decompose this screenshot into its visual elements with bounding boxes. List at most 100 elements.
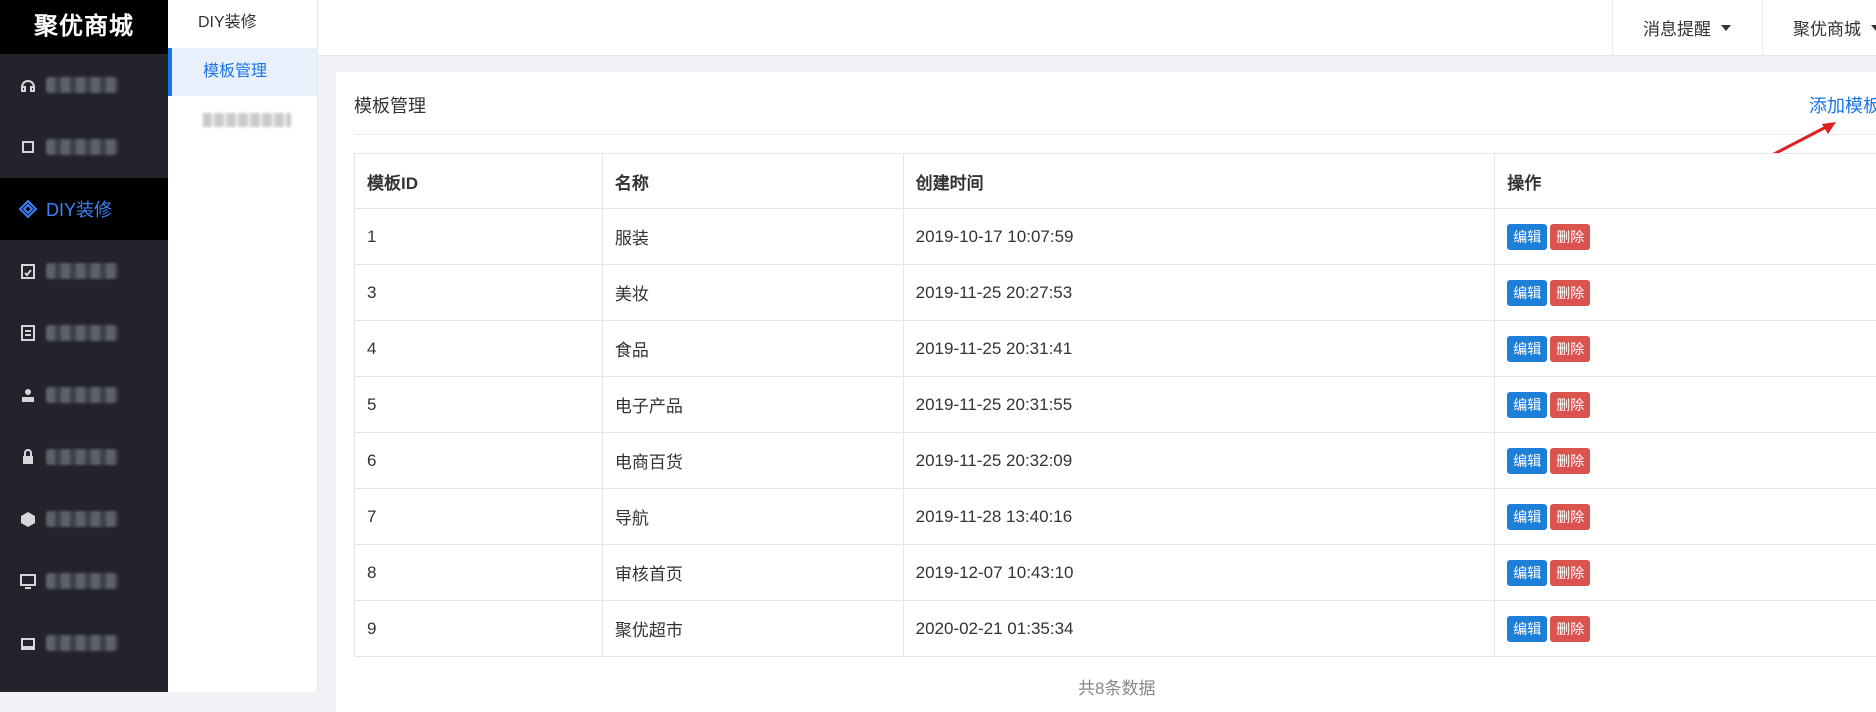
table-row: 1服装2019-10-17 10:07:59编辑删除	[355, 209, 1876, 265]
document-icon	[18, 323, 38, 343]
sidebar-item[interactable]	[0, 426, 168, 488]
blurred-label	[46, 77, 118, 93]
delete-button[interactable]: 删除	[1550, 560, 1590, 586]
cell-id: 4	[355, 321, 603, 377]
blurred-label	[46, 635, 118, 651]
sidebar-item-label: DIY装修	[46, 196, 112, 222]
edit-button[interactable]: 编辑	[1507, 504, 1547, 530]
table-row: 4食品2019-11-25 20:31:41编辑删除	[355, 321, 1876, 377]
lock-icon	[18, 447, 38, 467]
blurred-label	[46, 449, 118, 465]
cell-created: 2019-11-25 20:32:09	[903, 433, 1495, 489]
cell-name: 聚优超市	[602, 601, 903, 657]
brand-logo: 聚优商城	[0, 0, 168, 54]
sidebar-item-diy[interactable]: DIY装修	[0, 178, 168, 240]
cell-name: 审核首页	[602, 545, 903, 601]
delete-button[interactable]: 删除	[1550, 336, 1590, 362]
cell-created: 2019-10-17 10:07:59	[903, 209, 1495, 265]
report-icon	[18, 261, 38, 281]
table-row: 8审核首页2019-12-07 10:43:10编辑删除	[355, 545, 1876, 601]
column-header-id: 模板ID	[355, 154, 603, 209]
blurred-label	[46, 263, 118, 279]
cell-id: 5	[355, 377, 603, 433]
page-title: 模板管理	[354, 92, 426, 118]
blurred-label	[46, 325, 118, 341]
cell-created: 2020-02-21 01:35:34	[903, 601, 1495, 657]
sidebar-item[interactable]	[0, 550, 168, 612]
edit-button[interactable]: 编辑	[1507, 392, 1547, 418]
box-icon	[18, 137, 38, 157]
cell-id: 1	[355, 209, 603, 265]
top-header: 消息提醒 聚优商城	[318, 0, 1876, 56]
add-template-link[interactable]: 添加模板	[1809, 92, 1876, 118]
cell-created: 2019-11-25 20:31:41	[903, 321, 1495, 377]
cell-name: 电商百货	[602, 433, 903, 489]
sub-sidebar-title: DIY装修	[168, 0, 317, 48]
cell-actions: 编辑删除	[1495, 321, 1876, 377]
sidebar-item[interactable]	[0, 240, 168, 302]
blurred-label	[46, 573, 118, 589]
edit-button[interactable]: 编辑	[1507, 224, 1547, 250]
cell-created: 2019-12-07 10:43:10	[903, 545, 1495, 601]
blurred-label	[46, 511, 118, 527]
cell-actions: 编辑删除	[1495, 545, 1876, 601]
cube-icon	[18, 509, 38, 529]
sidebar-item[interactable]	[0, 612, 168, 674]
column-header-created: 创建时间	[903, 154, 1495, 209]
cell-actions: 编辑删除	[1495, 377, 1876, 433]
notifications-menu[interactable]: 消息提醒	[1612, 0, 1769, 55]
edit-button[interactable]: 编辑	[1507, 448, 1547, 474]
column-header-name: 名称	[602, 154, 903, 209]
sidebar-item[interactable]	[0, 116, 168, 178]
account-menu[interactable]: 聚优商城	[1762, 0, 1876, 55]
delete-button[interactable]: 删除	[1550, 224, 1590, 250]
cell-name: 美妆	[602, 265, 903, 321]
sub-item-blurred[interactable]	[168, 96, 317, 144]
sidebar-item[interactable]	[0, 488, 168, 550]
edit-button[interactable]: 编辑	[1507, 280, 1547, 306]
edit-button[interactable]: 编辑	[1507, 616, 1547, 642]
cell-actions: 编辑删除	[1495, 601, 1876, 657]
delete-button[interactable]: 删除	[1550, 504, 1590, 530]
cell-id: 7	[355, 489, 603, 545]
cell-actions: 编辑删除	[1495, 265, 1876, 321]
total-count: 共8条数据	[1078, 674, 1155, 699]
table-row: 3美妆2019-11-25 20:27:53编辑删除	[355, 265, 1876, 321]
blurred-label	[46, 139, 118, 155]
template-table: 模板ID 名称 创建时间 操作 1服装2019-10-17 10:07:59编辑…	[354, 153, 1876, 657]
delete-button[interactable]: 删除	[1550, 616, 1590, 642]
notifications-label: 消息提醒	[1643, 15, 1711, 40]
cell-name: 服装	[602, 209, 903, 265]
edit-button[interactable]: 编辑	[1507, 560, 1547, 586]
sub-sidebar: DIY装修 模板管理	[168, 0, 318, 692]
divider	[354, 134, 1876, 135]
user-manage-icon	[18, 385, 38, 405]
sub-item-template-manage[interactable]: 模板管理	[168, 48, 317, 96]
delete-button[interactable]: 删除	[1550, 280, 1590, 306]
delete-button[interactable]: 删除	[1550, 392, 1590, 418]
table-row: 6电商百货2019-11-25 20:32:09编辑删除	[355, 433, 1876, 489]
headset-icon	[18, 75, 38, 95]
cell-name: 电子产品	[602, 377, 903, 433]
main-sidebar: 聚优商城 DIY装修	[0, 0, 168, 692]
delete-button[interactable]: 删除	[1550, 448, 1590, 474]
account-label: 聚优商城	[1793, 15, 1861, 40]
sidebar-item[interactable]	[0, 364, 168, 426]
cell-created: 2019-11-25 20:31:55	[903, 377, 1495, 433]
cell-created: 2019-11-25 20:27:53	[903, 265, 1495, 321]
cell-created: 2019-11-28 13:40:16	[903, 489, 1495, 545]
sidebar-nav: DIY装修	[0, 54, 168, 674]
table-row: 5电子产品2019-11-25 20:31:55编辑删除	[355, 377, 1876, 433]
table-row: 9聚优超市2020-02-21 01:35:34编辑删除	[355, 601, 1876, 657]
blurred-label	[203, 113, 291, 127]
cell-id: 6	[355, 433, 603, 489]
sidebar-item[interactable]	[0, 302, 168, 364]
cell-actions: 编辑删除	[1495, 433, 1876, 489]
table-body: 1服装2019-10-17 10:07:59编辑删除3美妆2019-11-25 …	[355, 209, 1876, 657]
cell-actions: 编辑删除	[1495, 209, 1876, 265]
column-header-actions: 操作	[1495, 154, 1876, 209]
edit-button[interactable]: 编辑	[1507, 336, 1547, 362]
sidebar-item[interactable]	[0, 54, 168, 116]
monitor-icon	[18, 571, 38, 591]
diy-icon	[18, 199, 38, 219]
